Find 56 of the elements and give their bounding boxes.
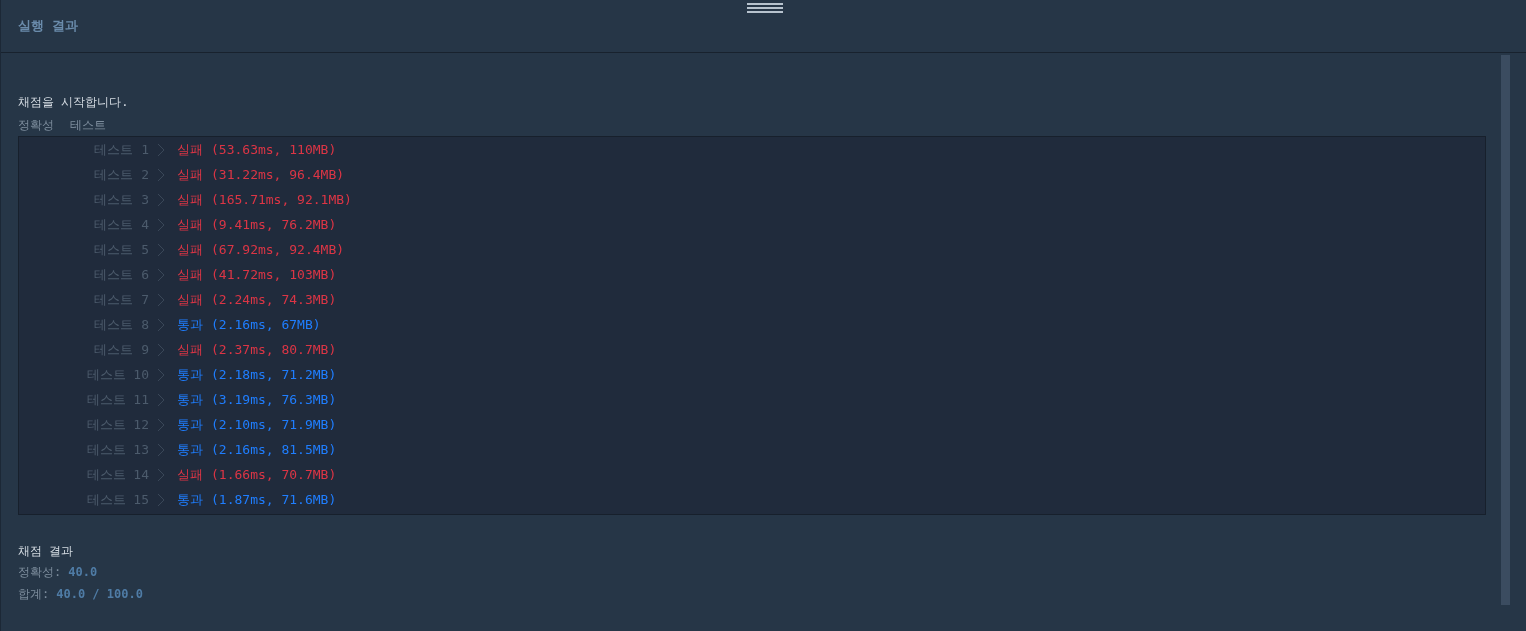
test-metrics: (2.24ms, 74.3MB) — [211, 292, 337, 307]
test-verdict: 통과 — [177, 415, 203, 434]
test-metrics: (41.72ms, 103MB) — [211, 267, 337, 282]
test-verdict: 실패 — [177, 265, 203, 284]
scrollbar[interactable] — [1501, 55, 1510, 605]
chevron-icon — [157, 467, 165, 482]
test-verdict: 실패 — [177, 290, 203, 309]
test-metrics: (1.87ms, 71.6MB) — [211, 492, 337, 507]
test-verdict: 통과 — [177, 365, 203, 384]
section-label: 정확성 — [18, 117, 54, 134]
test-metrics: (9.41ms, 76.2MB) — [211, 217, 337, 232]
chevron-icon — [157, 167, 165, 182]
chevron-icon — [157, 242, 165, 257]
test-verdict: 실패 — [177, 240, 203, 259]
score-value: 40.0 — [68, 564, 98, 581]
test-metrics: (2.16ms, 67MB) — [211, 317, 321, 332]
chevron-icon — [157, 417, 165, 432]
test-metrics: (31.22ms, 96.4MB) — [211, 167, 345, 182]
test-verdict: 실패 — [177, 190, 203, 209]
test-metrics: (53.63ms, 110MB) — [211, 142, 337, 157]
test-metrics: (2.37ms, 80.7MB) — [211, 342, 337, 357]
chevron-icon — [157, 367, 165, 382]
test-verdict: 통과 — [177, 315, 203, 334]
chevron-icon — [157, 192, 165, 207]
chevron-icon — [157, 492, 165, 507]
score-value: 40.0 / 100.0 — [56, 586, 143, 603]
chevron-icon — [157, 267, 165, 282]
chevron-icon — [157, 292, 165, 307]
chevron-icon — [157, 142, 165, 157]
drag-handle-icon[interactable] — [747, 3, 783, 13]
test-verdict: 실패 — [177, 340, 203, 359]
test-metrics: (2.10ms, 71.9MB) — [211, 417, 337, 432]
chevron-icon — [157, 317, 165, 332]
test-verdict: 실패 — [177, 215, 203, 234]
test-verdict: 실패 — [177, 140, 203, 159]
test-verdict: 통과 — [177, 490, 203, 509]
test-verdict: 실패 — [177, 465, 203, 484]
test-verdict: 실패 — [177, 165, 203, 184]
test-verdict: 통과 — [177, 390, 203, 409]
chevron-icon — [157, 392, 165, 407]
section-label: 테스트 — [70, 117, 106, 134]
test-metrics: (1.66ms, 70.7MB) — [211, 467, 337, 482]
test-metrics: (67.92ms, 92.4MB) — [211, 242, 345, 257]
status-message: 채점을 시작합니다. — [18, 94, 130, 111]
chevron-icon — [157, 217, 165, 232]
panel-title: 실행 결과 — [18, 17, 78, 35]
chevron-icon — [157, 342, 165, 357]
result-title: 채점 결과 — [18, 543, 75, 560]
test-verdict: 통과 — [177, 440, 203, 459]
score-label: 정확성: — [18, 564, 62, 581]
test-metrics: (165.71ms, 92.1MB) — [211, 192, 352, 207]
test-metrics: (2.16ms, 81.5MB) — [211, 442, 337, 457]
chevron-icon — [157, 442, 165, 457]
test-metrics: (2.18ms, 71.2MB) — [211, 367, 337, 382]
score-label: 합계: — [18, 586, 50, 603]
test-metrics: (3.19ms, 76.3MB) — [211, 392, 337, 407]
